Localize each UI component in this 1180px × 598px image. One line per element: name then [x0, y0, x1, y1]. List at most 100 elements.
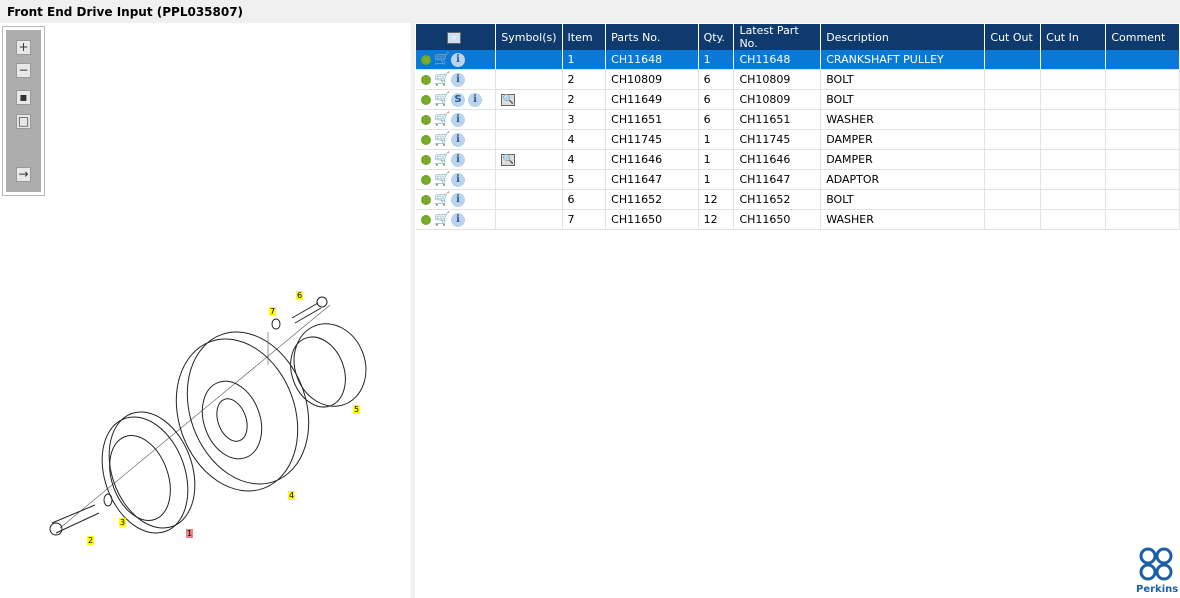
cut-in-cell [1040, 69, 1107, 90]
table-row[interactable]: 🛒 i 2 CH10809 6 CH10809 BOLT [416, 69, 1180, 90]
cut-in-cell [1040, 50, 1107, 70]
gear-icon[interactable] [421, 114, 431, 125]
item-cell: 2 [562, 69, 607, 90]
desc-cell: DAMPER [820, 129, 986, 150]
qty-cell: 1 [698, 169, 735, 190]
latest-cell: CH11651 [733, 109, 822, 130]
info-icon[interactable]: i [451, 152, 465, 167]
cut-out-cell [984, 129, 1042, 150]
gear-icon[interactable] [421, 74, 431, 85]
cart-icon[interactable]: 🛒 [434, 53, 450, 66]
callout-3[interactable]: 3 [119, 518, 127, 527]
exploded-diagram [49, 296, 367, 536]
cart-icon[interactable]: 🛒 [434, 113, 450, 126]
table-row[interactable]: 🛒 i 6 CH11652 12 CH11652 BOLT [416, 189, 1180, 210]
diagram-panel[interactable]: + − ▪ □ → 1234567 [0, 23, 411, 598]
qty-cell: 6 [698, 69, 735, 90]
book-search-icon[interactable]: 🔍 [501, 94, 516, 106]
column-header[interactable]: Item [562, 24, 607, 50]
table-row[interactable]: 🛒 i 1 CH11648 1 CH11648 CRANKSHAFT PULLEY [416, 50, 1180, 70]
qty-cell: 12 [698, 209, 735, 230]
column-header[interactable]: Symbol(s) [495, 24, 563, 50]
desc-cell: DAMPER [820, 149, 986, 170]
cut-out-cell [984, 109, 1042, 130]
header-find-icon[interactable]: ⌕ [416, 24, 497, 50]
gear-icon[interactable] [421, 214, 431, 225]
info-icon[interactable]: i [451, 132, 465, 147]
desc-cell: CRANKSHAFT PULLEY [820, 50, 986, 70]
latest-cell: CH11652 [733, 189, 822, 210]
qty-cell: 1 [698, 149, 735, 170]
column-header[interactable]: Cut Out [984, 24, 1042, 50]
item-cell: 7 [562, 209, 607, 230]
parts-list-panel: ⌕ Symbol(s) Item Parts No. Qty. Latest Part N… [415, 23, 1180, 598]
comment-cell [1105, 69, 1180, 90]
book-search-icon[interactable]: 🔍 [501, 154, 516, 166]
comment-cell [1105, 109, 1180, 130]
info-icon[interactable]: i [451, 72, 465, 87]
row-actions: 🛒 i [416, 209, 497, 230]
cut-in-cell [1040, 189, 1107, 210]
info-icon[interactable]: i [451, 212, 465, 227]
cart-icon[interactable]: 🛒 [434, 173, 450, 186]
latest-cell: CH11745 [733, 129, 822, 150]
gear-icon[interactable] [421, 174, 431, 185]
table-row[interactable]: 🛒 i 5 CH11647 1 CH11647 ADAPTOR [416, 169, 1180, 190]
cut-in-cell [1040, 209, 1107, 230]
cut-out-cell [984, 149, 1042, 170]
table-row[interactable]: 🛒 i 7 CH11650 12 CH11650 WASHER [416, 209, 1180, 230]
info-icon[interactable]: i [451, 52, 465, 67]
gear-icon[interactable] [421, 134, 431, 145]
qty-cell: 1 [698, 50, 735, 70]
find-icon[interactable]: ⌕ [447, 31, 462, 44]
comment-cell [1105, 209, 1180, 230]
item-cell: 1 [562, 50, 607, 70]
gear-icon[interactable] [421, 94, 431, 105]
parts-table: ⌕ Symbol(s) Item Parts No. Qty. Latest Part N… [416, 24, 1180, 230]
part-cell: CH11651 [605, 109, 699, 130]
part-cell: CH11652 [605, 189, 699, 210]
callout-1[interactable]: 1 [186, 529, 194, 538]
table-row[interactable]: 🛒 i 3 CH11651 6 CH11651 WASHER [416, 109, 1180, 130]
column-header[interactable]: Cut In [1040, 24, 1107, 50]
qty-cell: 6 [698, 89, 735, 110]
column-header[interactable]: Comment [1105, 24, 1180, 50]
cart-icon[interactable]: 🛒 [434, 193, 450, 206]
comment-cell [1105, 169, 1180, 190]
info-icon[interactable]: i [451, 192, 465, 207]
callout-7[interactable]: 7 [269, 307, 277, 316]
gear-icon[interactable] [421, 194, 431, 205]
symbol-cell [495, 169, 563, 190]
item-cell: 3 [562, 109, 607, 130]
cart-icon[interactable]: 🛒 [434, 73, 450, 86]
row-actions: 🛒 i [416, 169, 497, 190]
cart-icon[interactable]: 🛒 [434, 133, 450, 146]
info-icon[interactable]: i [451, 172, 465, 187]
cart-icon[interactable]: 🛒 [434, 213, 450, 226]
latest-cell: CH10809 [733, 89, 822, 110]
table-row[interactable]: 🛒 Si 🔍 2 CH11649 6 CH10809 BOLT [416, 89, 1180, 110]
callout-4[interactable]: 4 [288, 491, 296, 500]
table-row[interactable]: 🛒 i 🔍 4 CH11646 1 CH11646 DAMPER [416, 149, 1180, 170]
cut-in-cell [1040, 109, 1107, 130]
comment-cell [1105, 149, 1180, 170]
column-header[interactable]: Parts No. [605, 24, 699, 50]
callout-6[interactable]: 6 [296, 291, 304, 300]
bolt [51, 504, 100, 534]
info-icon[interactable]: i [468, 92, 482, 107]
cart-icon[interactable]: 🛒 [434, 153, 450, 166]
callout-5[interactable]: 5 [353, 405, 361, 414]
desc-cell: WASHER [820, 109, 986, 130]
cut-out-cell [984, 69, 1042, 90]
info-icon[interactable]: i [451, 112, 465, 127]
column-header[interactable]: Description [820, 24, 986, 50]
gear-icon[interactable] [421, 54, 431, 65]
column-header[interactable]: Latest Part No. [733, 24, 822, 50]
gear-icon[interactable] [421, 154, 431, 165]
s-icon[interactable]: S [451, 92, 465, 107]
table-row[interactable]: 🛒 i 4 CH11745 1 CH11745 DAMPER [416, 129, 1180, 150]
callout-2[interactable]: 2 [87, 536, 95, 545]
cart-icon[interactable]: 🛒 [434, 93, 450, 106]
column-header[interactable]: Qty. [698, 24, 735, 50]
page-title: Front End Drive Input (PPL035807) [7, 5, 244, 19]
